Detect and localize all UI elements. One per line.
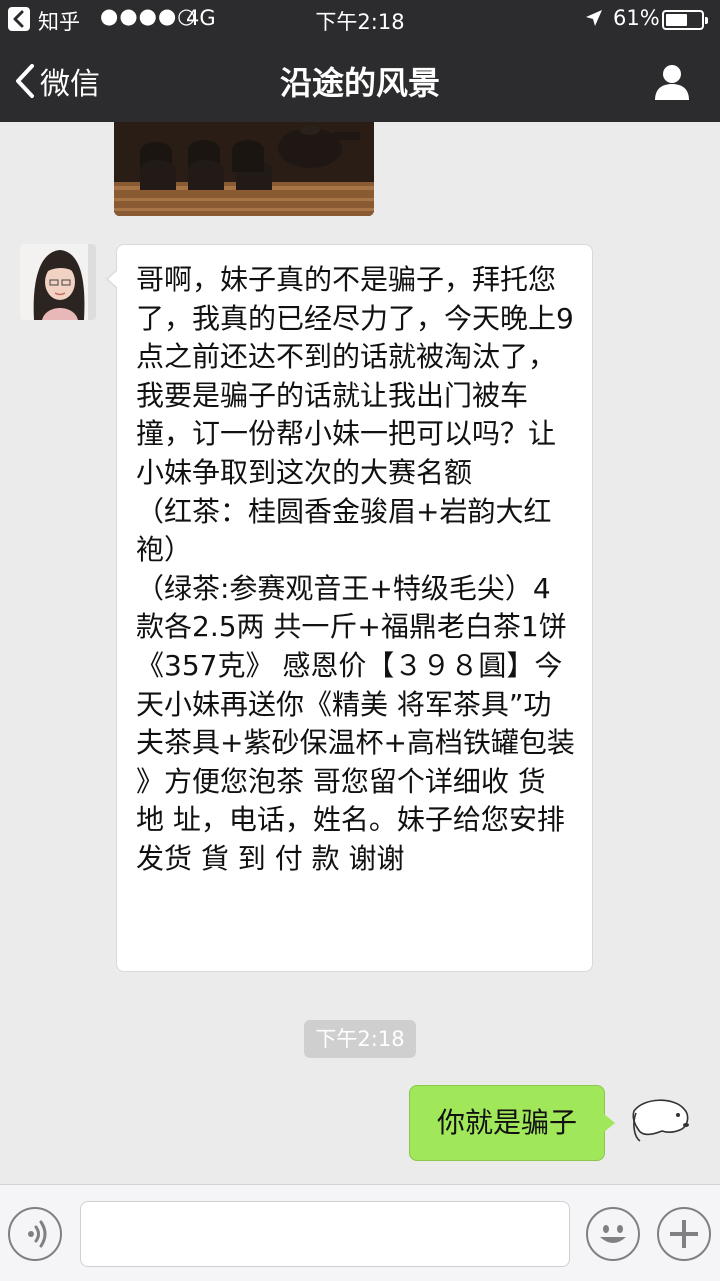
- location-arrow-icon: [584, 8, 604, 33]
- battery-percent: 61%: [613, 6, 660, 30]
- message-timestamp: 下午2:18: [304, 1020, 416, 1058]
- self-avatar[interactable]: [622, 1085, 698, 1161]
- top-bar: 知乎 ●●●●○ 4G 下午2:18 61% 微信 沿途的风景: [0, 0, 720, 122]
- battery-icon: [662, 10, 708, 30]
- plus-icon[interactable]: [657, 1207, 711, 1261]
- message-input[interactable]: [80, 1201, 570, 1267]
- chat-area[interactable]: 哥啊，妹子真的不是骗子，拜托您了，我真的已经尽力了，今天晚上9点之前还达不到的话…: [0, 122, 720, 1184]
- tea-set-image[interactable]: [114, 122, 374, 216]
- battery-fill: [666, 14, 687, 26]
- status-time: 下午2:18: [315, 10, 405, 34]
- person-icon[interactable]: [652, 62, 692, 102]
- received-message-text: 哥啊，妹子真的不是骗子，拜托您了，我真的已经尽力了，今天晚上9点之前还达不到的话…: [136, 263, 575, 875]
- input-bar: [0, 1184, 720, 1281]
- sender-avatar[interactable]: [20, 244, 96, 320]
- voice-icon[interactable]: [8, 1207, 62, 1261]
- battery-nub: [705, 17, 708, 24]
- status-bar: 知乎 ●●●●○ 4G 下午2:18 61%: [0, 0, 720, 40]
- nav-bar: 微信 沿途的风景: [0, 40, 720, 122]
- emoji-icon[interactable]: [586, 1207, 640, 1261]
- received-message-bubble[interactable]: 哥啊，妹子真的不是骗子，拜托您了，我真的已经尽力了，今天晚上9点之前还达不到的话…: [106, 244, 593, 972]
- sent-message-bubble[interactable]: 你就是骗子: [409, 1085, 615, 1161]
- chat-title: 沿途的风景: [279, 64, 440, 102]
